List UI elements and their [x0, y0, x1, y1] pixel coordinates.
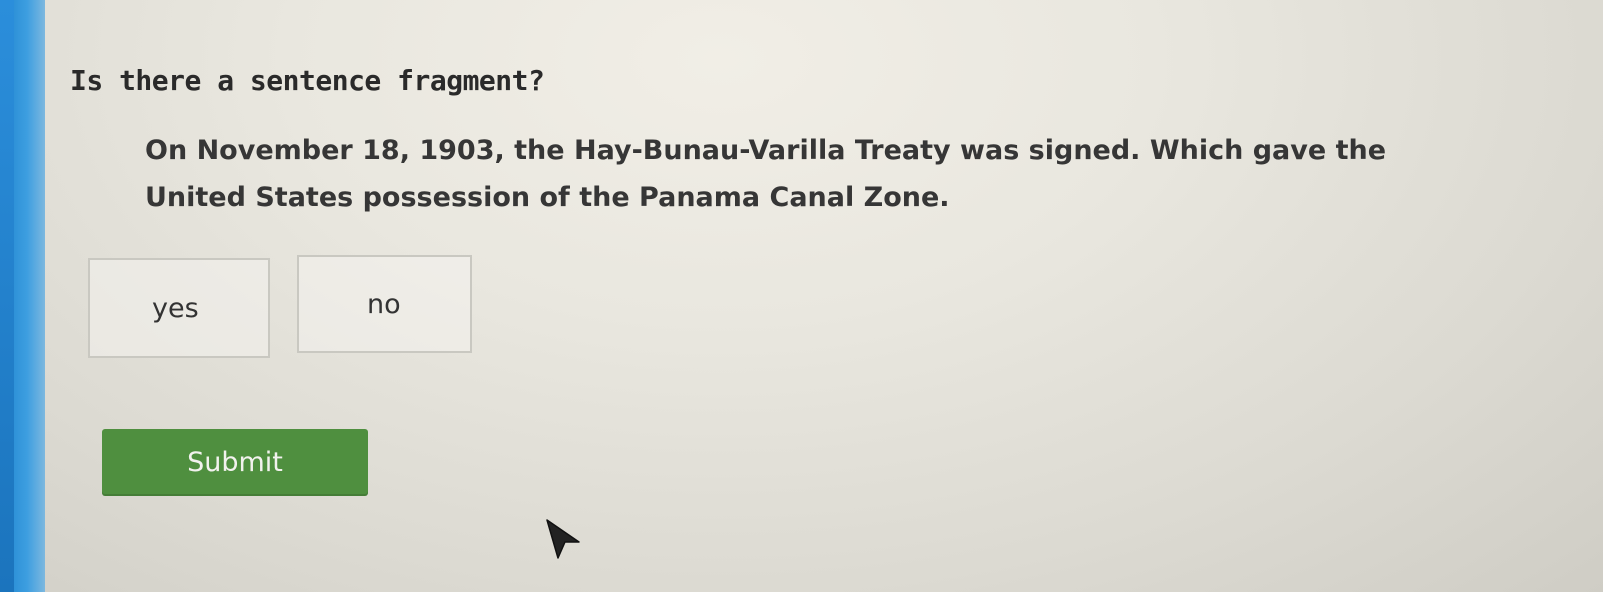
submit-button-label: Submit: [187, 447, 283, 478]
choice-no-button[interactable]: no: [297, 255, 472, 353]
mouse-pointer-icon: [546, 519, 580, 559]
choice-no-label: no: [367, 289, 401, 320]
submit-button[interactable]: Submit: [102, 429, 368, 496]
choice-yes-label: yes: [152, 293, 199, 324]
left-side-panel-edge: [0, 0, 14, 592]
passage-text: On November 18, 1903, the Hay-Bunau-Vari…: [145, 135, 1387, 213]
choice-yes-button[interactable]: yes: [88, 258, 270, 358]
left-side-panel: [0, 0, 45, 592]
question-title: Is there a sentence fragment?: [70, 64, 545, 97]
